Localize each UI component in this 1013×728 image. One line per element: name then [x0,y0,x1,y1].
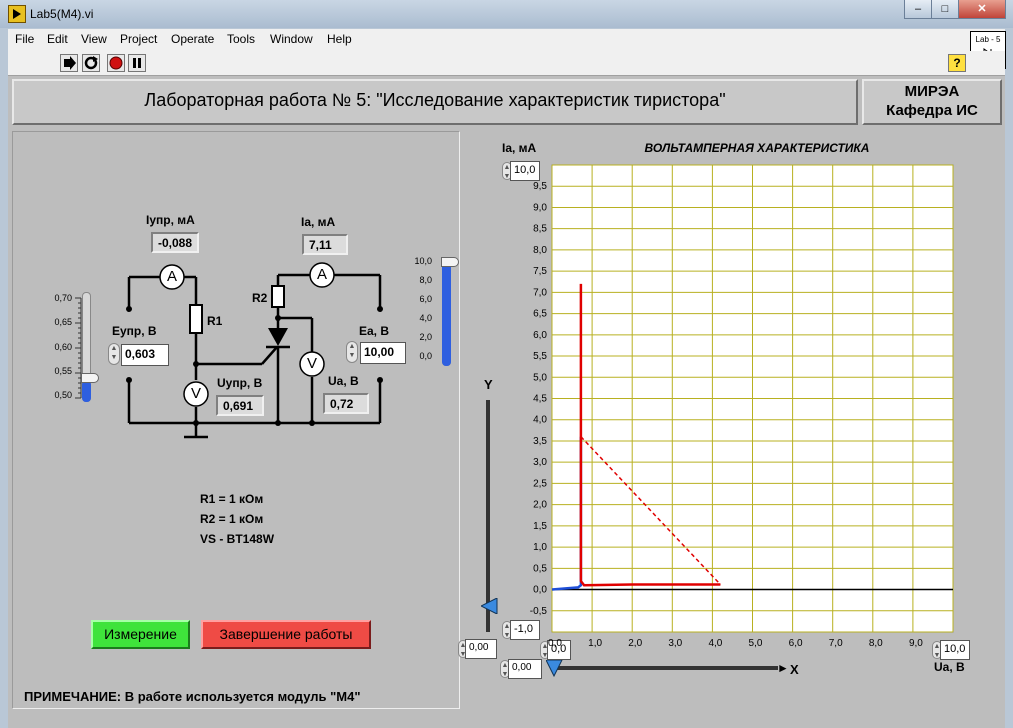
org-line2: Кафедра ИС [886,102,978,119]
y-tick-label: 6,0 [533,330,547,341]
eupr-slider-scale [75,297,82,399]
resistor-r2-label: R2 [252,291,268,305]
y-tick-label: 6,5 [533,309,547,320]
y-tick-label: 4,5 [533,394,547,405]
vac-chart: 9,5 9,0 8,5 8,0 7,5 7,0 6,5 6,0 5,5 5,0 4,5 4,0 3,5 3… [530,164,954,649]
ea-spinner[interactable]: ▲ ▼ [346,341,358,363]
y-tick-label: 0,0 [533,585,547,596]
x-tick-label: 2,0 [628,638,642,649]
x-tick-label: 3,0 [668,638,682,649]
ua-label: Ua, В [328,374,359,388]
voltmeter-ua-label: V [306,355,317,372]
eupr-slider-thumb[interactable] [81,373,99,383]
ua-indicator: 0,72 [323,393,369,414]
x-tick-label: 1,0 [588,638,602,649]
ea-slider-tick: 6,0 [419,294,432,304]
y-tick-label: 3,0 [533,457,547,468]
eupr-label: Eупр, В [112,324,157,338]
y-tick-label: 9,0 [533,202,547,213]
x-tick-label: 9,0 [909,638,923,649]
y-tick-label: 3,5 [533,436,547,447]
y-tick-label: 5,5 [533,351,547,362]
ia-indicator: 7,11 [302,234,348,255]
org-line1: МИРЭА [904,83,960,100]
eupr-slider-tick: 0,65 [54,317,72,327]
cursor-x-value[interactable]: 0,00 [508,659,542,679]
spec-vs: VS - BT148W [200,532,275,546]
ea-slider-tick: 0,0 [419,351,432,361]
ea-slider-tick: 8,0 [419,275,432,285]
eupr-slider-tick: 0,50 [54,390,72,400]
cursor-x-track[interactable] [552,666,778,670]
context-help-button[interactable]: ? [948,54,966,72]
eupr-slider-tick: 0,70 [54,293,72,303]
note-text: ПРИМЕЧАНИЕ: В работе используется модуль… [24,689,361,704]
y-tick-label: 0,5 [533,563,547,574]
x-tick-label: 4,0 [708,638,722,649]
iupr-indicator: -0,088 [151,232,199,253]
cursor-y-label: Y [484,377,493,392]
ea-slider-tick: 2,0 [419,332,432,342]
eupr-numeric-input[interactable]: 0,603 [121,344,169,366]
y-tick-label: 1,0 [533,542,547,553]
ammeter-iupr-label: A [166,268,177,285]
maximize-button[interactable]: □ [931,0,959,19]
cursor-y-thumb-icon[interactable] [481,598,499,614]
resistor-r1-label: R1 [207,314,223,328]
y-tick-label: 9,5 [533,181,547,192]
cursor-x-thumb-icon[interactable] [546,660,564,678]
finish-button[interactable]: Завершение работы [201,620,371,649]
y-tick-label: 5,0 [533,372,547,383]
voltmeter-uupr-label: V [190,385,201,402]
iupr-label: Iупр, мА [146,213,195,227]
y-tick-label: -0,5 [530,606,548,617]
y-tick-label: 8,5 [533,224,547,235]
spec-r1: R1 = 1 кОм [200,492,264,506]
close-button[interactable]: ✕ [958,0,1006,19]
y-tick-label: 7,5 [533,266,547,277]
minimize-button[interactable]: – [904,0,932,19]
ia-label: Ia, мА [301,215,336,229]
ea-label: Ea, В [359,324,390,338]
uupr-label: Uупр, В [217,376,263,390]
cursor-x-label: X [790,662,799,677]
x-tick-label: 0,0 [548,638,562,649]
cursor-x-arrow: ► [777,661,789,675]
y-tick-label: 8,0 [533,245,547,256]
spec-r2: R2 = 1 кОм [200,512,264,526]
vi-icon-label: Lab - 5 [975,35,1001,44]
x-tick-label: 6,0 [789,638,803,649]
y-tick-label: 1,5 [533,521,547,532]
ammeter-ia-label: A [316,266,327,283]
measure-button[interactable]: Измерение [91,620,190,649]
x-tick-label: 7,0 [829,638,843,649]
eupr-slider-tick: 0,60 [54,342,72,352]
cursor-y-value[interactable]: 0,00 [465,639,497,659]
eupr-slider-tick: 0,55 [54,366,72,376]
ea-slider-tick: 4,0 [419,313,432,323]
y-tick-label: 4,0 [533,415,547,426]
y-tick-label: 7,0 [533,287,547,298]
ea-numeric-input[interactable]: 10,00 [360,342,406,364]
ea-slider-tick: 10,0 [414,256,432,266]
uupr-indicator: 0,691 [216,395,264,416]
x-tick-label: 8,0 [869,638,883,649]
y-tick-label: 2,0 [533,500,547,511]
y-tick-label: 2,5 [533,478,547,489]
x-tick-label: 5,0 [749,638,763,649]
eupr-slider[interactable]: 0,70 0,65 0,60 0,55 0,50 [54,290,118,405]
eupr-slider-fill [82,381,91,402]
